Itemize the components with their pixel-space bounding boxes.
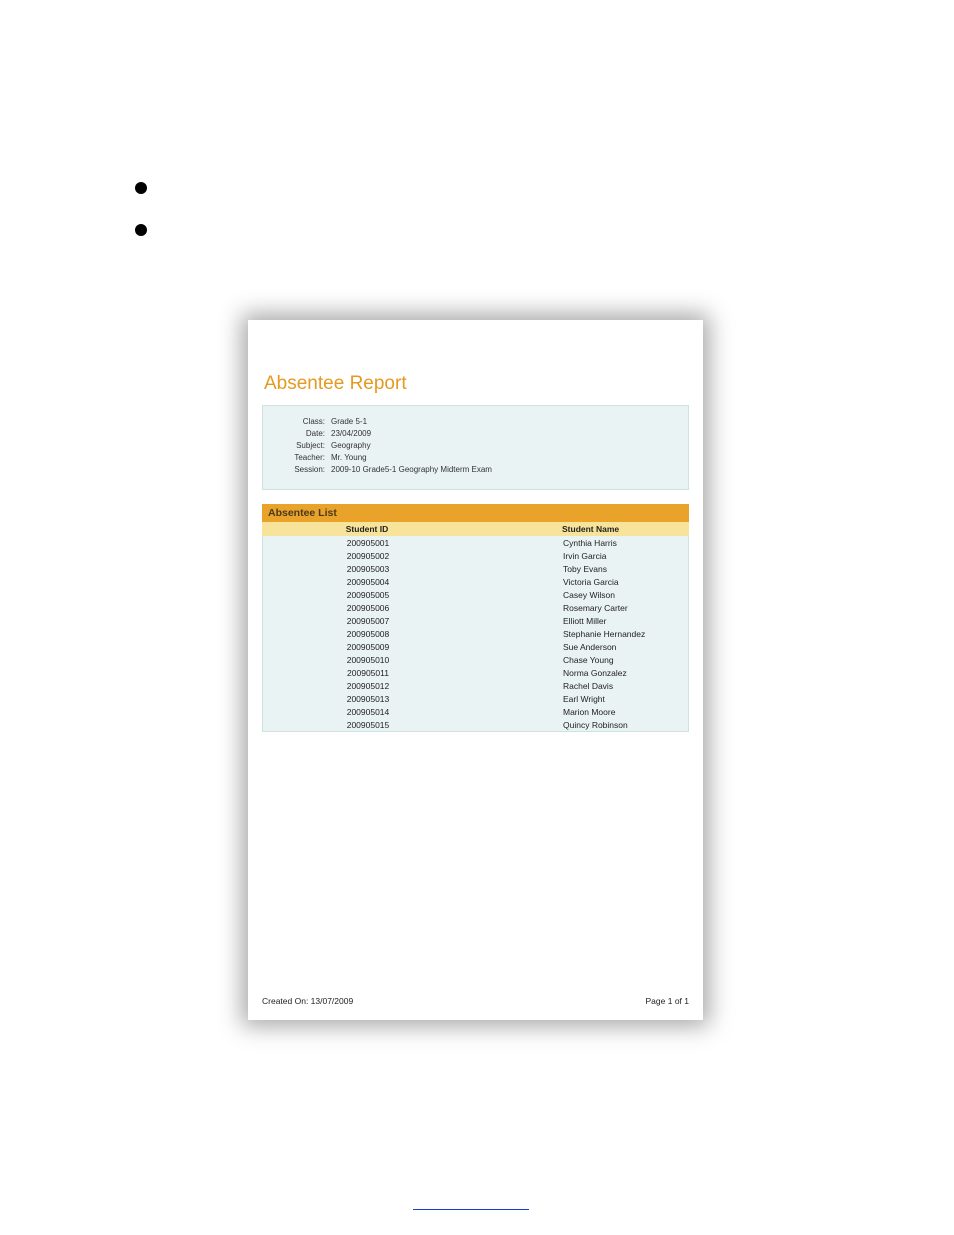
list-body: 200905001Cynthia Harris200905002Irvin Ga… <box>262 536 689 732</box>
bullet-list <box>135 182 147 266</box>
table-row: 200905006Rosemary Carter <box>263 601 688 614</box>
cell-student-name: Casey Wilson <box>473 590 688 600</box>
cell-student-id: 200905002 <box>263 551 473 561</box>
label-session: Session: <box>273 465 331 474</box>
cell-student-id: 200905008 <box>263 629 473 639</box>
table-row: 200905012Rachel Davis <box>263 679 688 692</box>
cell-student-id: 200905011 <box>263 668 473 678</box>
cell-student-name: Rachel Davis <box>473 681 688 691</box>
label-date: Date: <box>273 429 331 438</box>
value-session: 2009-10 Grade5-1 Geography Midterm Exam <box>331 465 492 474</box>
cell-student-name: Elliott Miller <box>473 616 688 626</box>
table-row: 200905001Cynthia Harris <box>263 536 688 549</box>
report-info-block: Class: Grade 5-1 Date: 23/04/2009 Subjec… <box>262 405 689 490</box>
label-teacher: Teacher: <box>273 453 331 462</box>
bullet-icon <box>135 182 147 194</box>
info-row-session: Session: 2009-10 Grade5-1 Geography Midt… <box>273 465 678 474</box>
cell-student-name: Sue Anderson <box>473 642 688 652</box>
cell-student-id: 200905006 <box>263 603 473 613</box>
info-row-class: Class: Grade 5-1 <box>273 417 678 426</box>
cell-student-id: 200905013 <box>263 694 473 704</box>
column-header-student-id: Student ID <box>262 524 472 534</box>
footer-created-on: Created On: 13/07/2009 <box>262 996 353 1006</box>
cell-student-id: 200905005 <box>263 590 473 600</box>
value-subject: Geography <box>331 441 371 450</box>
cell-student-id: 200905014 <box>263 707 473 717</box>
cell-student-id: 200905003 <box>263 564 473 574</box>
cell-student-name: Irvin Garcia <box>473 551 688 561</box>
label-class: Class: <box>273 417 331 426</box>
cell-student-name: Stephanie Hernandez <box>473 629 688 639</box>
cell-student-name: Norma Gonzalez <box>473 668 688 678</box>
table-row: 200905015Quincy Robinson <box>263 718 688 731</box>
value-class: Grade 5-1 <box>331 417 367 426</box>
cell-student-name: Marion Moore <box>473 707 688 717</box>
table-row: 200905004Victoria Garcia <box>263 575 688 588</box>
cell-student-id: 200905010 <box>263 655 473 665</box>
table-row: 200905005Casey Wilson <box>263 588 688 601</box>
cell-student-id: 200905015 <box>263 720 473 730</box>
bullet-icon <box>135 224 147 236</box>
cell-student-id: 200905009 <box>263 642 473 652</box>
table-row: 200905013Earl Wright <box>263 692 688 705</box>
cell-student-name: Cynthia Harris <box>473 538 688 548</box>
table-row: 200905007Elliott Miller <box>263 614 688 627</box>
table-row: 200905014Marion Moore <box>263 705 688 718</box>
label-subject: Subject: <box>273 441 331 450</box>
footer-page: Page 1 of 1 <box>646 996 689 1006</box>
table-row: 200905003Toby Evans <box>263 562 688 575</box>
table-row: 200905010Chase Young <box>263 653 688 666</box>
cell-student-name: Toby Evans <box>473 564 688 574</box>
table-row: 200905011Norma Gonzalez <box>263 666 688 679</box>
list-section-title: Absentee List <box>262 504 689 522</box>
table-row: 200905008Stephanie Hernandez <box>263 627 688 640</box>
report-preview: Absentee Report Class: Grade 5-1 Date: 2… <box>248 320 703 1020</box>
table-row: 200905009Sue Anderson <box>263 640 688 653</box>
hyperlink-underline <box>413 1209 529 1210</box>
cell-student-id: 200905012 <box>263 681 473 691</box>
document-page: Absentee Report Class: Grade 5-1 Date: 2… <box>0 0 954 1235</box>
cell-student-name: Victoria Garcia <box>473 577 688 587</box>
cell-student-name: Quincy Robinson <box>473 720 688 730</box>
info-row-teacher: Teacher: Mr. Young <box>273 453 678 462</box>
info-row-subject: Subject: Geography <box>273 441 678 450</box>
cell-student-name: Earl Wright <box>473 694 688 704</box>
cell-student-id: 200905004 <box>263 577 473 587</box>
column-header-student-name: Student Name <box>472 524 689 534</box>
report-title: Absentee Report <box>264 373 689 395</box>
value-teacher: Mr. Young <box>331 453 367 462</box>
info-row-date: Date: 23/04/2009 <box>273 429 678 438</box>
value-date: 23/04/2009 <box>331 429 371 438</box>
cell-student-name: Chase Young <box>473 655 688 665</box>
table-row: 200905002Irvin Garcia <box>263 549 688 562</box>
cell-student-name: Rosemary Carter <box>473 603 688 613</box>
cell-student-id: 200905001 <box>263 538 473 548</box>
report-footer: Created On: 13/07/2009 Page 1 of 1 <box>262 996 689 1006</box>
cell-student-id: 200905007 <box>263 616 473 626</box>
list-header: Student ID Student Name <box>262 522 689 536</box>
